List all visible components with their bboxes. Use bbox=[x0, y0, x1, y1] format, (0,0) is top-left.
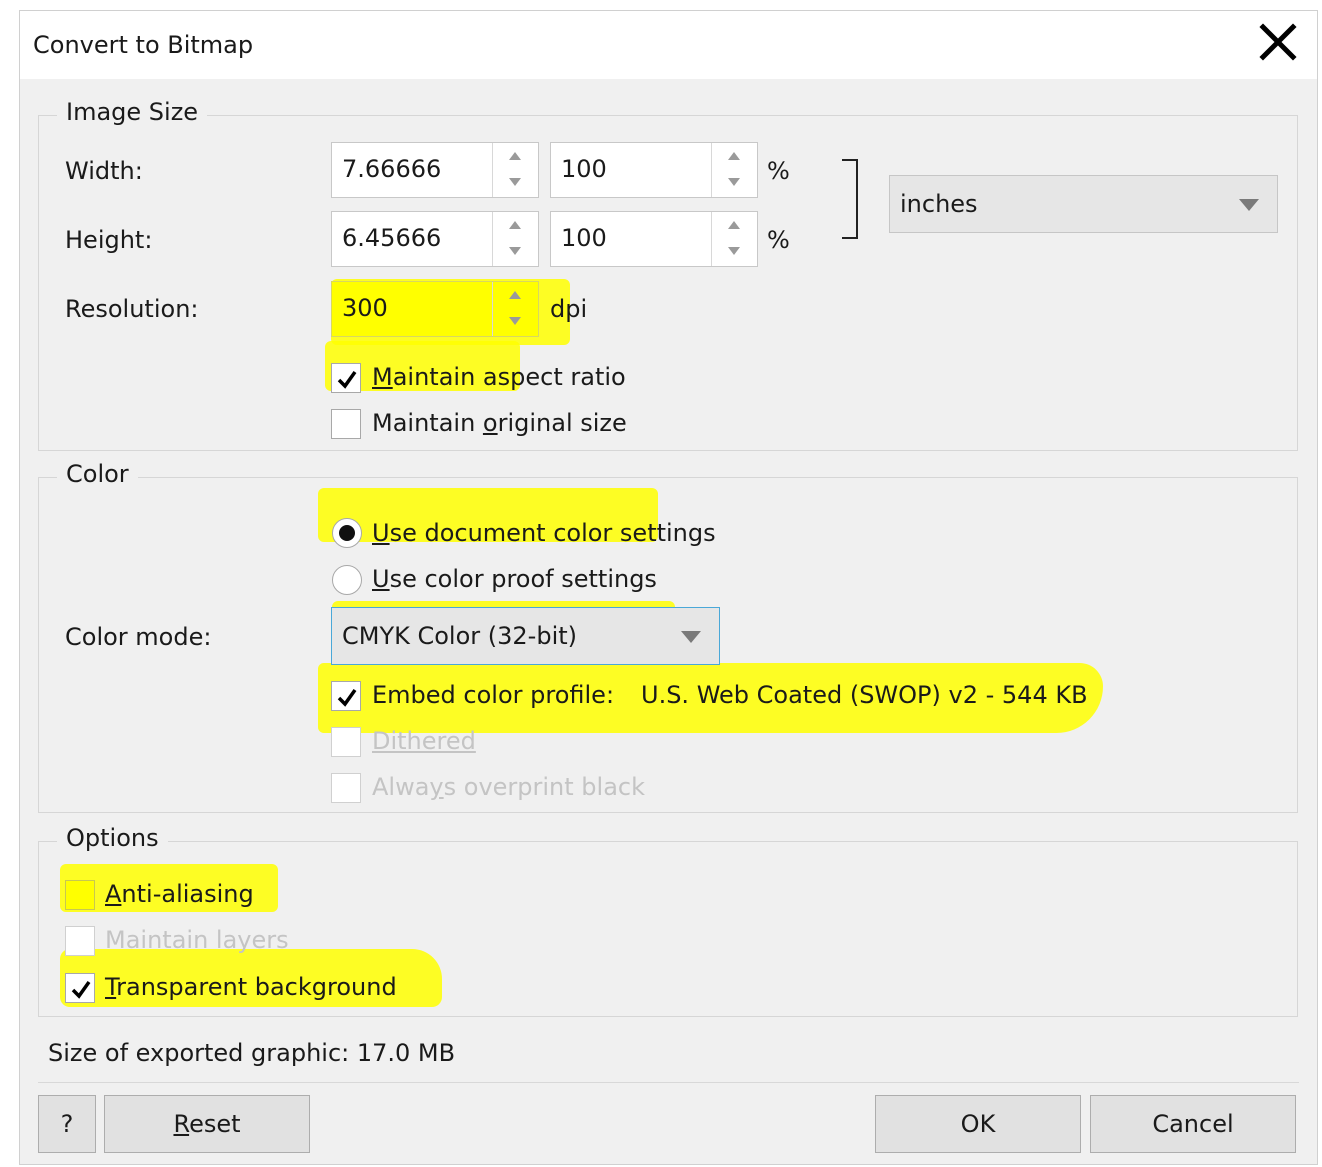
embed-profile-checkbox[interactable] bbox=[331, 681, 361, 711]
height-percent-value: 100 bbox=[561, 224, 607, 252]
close-icon[interactable] bbox=[1257, 21, 1299, 63]
title-bar: Convert to Bitmap bbox=[20, 11, 1317, 79]
spin-down-icon[interactable] bbox=[712, 239, 757, 266]
width-percent-value: 100 bbox=[561, 155, 607, 183]
resolution-label: Resolution: bbox=[65, 295, 199, 323]
spin-down-icon[interactable] bbox=[493, 170, 538, 197]
spin-up-icon[interactable] bbox=[493, 212, 538, 239]
width-percent-input[interactable]: 100 bbox=[550, 142, 758, 198]
maintain-aspect-checkbox[interactable] bbox=[331, 363, 361, 393]
height-percent-input[interactable]: 100 bbox=[550, 211, 758, 267]
spin-down-icon[interactable] bbox=[712, 170, 757, 197]
units-value: inches bbox=[900, 190, 978, 218]
use-color-proof-radio[interactable] bbox=[332, 565, 362, 595]
width-percent-spin-arrows bbox=[711, 143, 757, 197]
use-proof-text: se color proof settings bbox=[389, 565, 657, 593]
transparent-background-checkbox[interactable] bbox=[65, 973, 95, 1003]
spin-up-icon[interactable] bbox=[493, 282, 538, 309]
ok-button[interactable]: OK bbox=[875, 1095, 1081, 1153]
image-size-legend: Image Size bbox=[57, 98, 208, 126]
height-value: 6.45666 bbox=[342, 224, 442, 252]
width-label: Width: bbox=[65, 157, 143, 185]
reset-button[interactable]: Reset bbox=[104, 1095, 310, 1153]
dithered-label: Dithered bbox=[372, 727, 476, 755]
spin-up-icon[interactable] bbox=[712, 212, 757, 239]
width-percent-unit: % bbox=[767, 157, 790, 185]
resolution-unit: dpi bbox=[550, 295, 588, 323]
height-percent-unit: % bbox=[767, 226, 790, 254]
dithered-checkbox bbox=[331, 727, 361, 757]
transparent-background-label[interactable]: Transparent background bbox=[105, 973, 397, 1001]
color-mode-label: Color mode: bbox=[65, 623, 212, 651]
overprint-accel: y bbox=[429, 773, 444, 801]
units-dropdown[interactable]: inches bbox=[889, 175, 1278, 233]
chevron-down-icon bbox=[1239, 199, 1259, 211]
use-document-color-label[interactable]: Use document color settings bbox=[372, 519, 716, 547]
dithered-text: Dithered bbox=[372, 727, 476, 755]
checkmark-icon bbox=[337, 370, 357, 389]
footer-divider bbox=[38, 1082, 1299, 1083]
maintain-original-checkbox[interactable] bbox=[331, 409, 361, 439]
maintain-layers-checkbox bbox=[65, 926, 95, 956]
anti-aliasing-text: nti-aliasing bbox=[121, 880, 254, 908]
overprint-checkbox bbox=[331, 773, 361, 803]
link-bracket bbox=[842, 159, 858, 239]
checkmark-icon bbox=[71, 980, 91, 999]
anti-aliasing-accel: A bbox=[105, 880, 122, 908]
maintain-original-text-b: riginal size bbox=[497, 409, 627, 437]
spin-down-icon[interactable] bbox=[493, 239, 538, 266]
transparent-accel: T bbox=[105, 973, 117, 1001]
maintain-original-text-a: Maintain bbox=[372, 409, 483, 437]
chevron-down-icon bbox=[681, 631, 701, 643]
use-proof-accel: U bbox=[372, 565, 390, 593]
overprint-text-a: Alwa bbox=[372, 773, 430, 801]
spin-down-icon[interactable] bbox=[493, 309, 538, 336]
use-document-color-radio[interactable] bbox=[332, 518, 362, 548]
use-document-text: se document color settings bbox=[389, 519, 716, 547]
height-label: Height: bbox=[65, 226, 153, 254]
overprint-label: Always overprint black bbox=[372, 773, 645, 801]
anti-aliasing-checkbox[interactable] bbox=[65, 880, 95, 910]
embed-profile-label[interactable]: Embed color profile: bbox=[372, 681, 614, 709]
maintain-aspect-accel: M bbox=[372, 363, 393, 391]
dialog-title: Convert to Bitmap bbox=[33, 31, 254, 59]
options-legend: Options bbox=[57, 824, 168, 852]
spin-up-icon[interactable] bbox=[493, 143, 538, 170]
cancel-button[interactable]: Cancel bbox=[1090, 1095, 1296, 1153]
transparent-text: ransparent background bbox=[116, 973, 397, 1001]
checkmark-icon bbox=[337, 688, 357, 707]
color-mode-value: CMYK Color (32-bit) bbox=[342, 622, 578, 650]
color-legend: Color bbox=[57, 460, 138, 488]
reset-accel: R bbox=[173, 1110, 190, 1138]
width-value: 7.66666 bbox=[342, 155, 442, 183]
export-size-text: Size of exported graphic: 17.0 MB bbox=[48, 1039, 456, 1067]
height-percent-spin-arrows bbox=[711, 212, 757, 266]
radio-dot bbox=[339, 525, 355, 541]
anti-aliasing-label[interactable]: Anti-aliasing bbox=[105, 880, 254, 908]
maintain-aspect-label[interactable]: Maintain aspect ratio bbox=[372, 363, 626, 391]
overprint-text-b: s overprint black bbox=[443, 773, 645, 801]
convert-to-bitmap-dialog: Convert to Bitmap Image Size Width: 7.66… bbox=[19, 10, 1318, 1165]
width-input[interactable]: 7.66666 bbox=[331, 142, 539, 198]
maintain-layers-label: Maintain layers bbox=[105, 926, 289, 954]
height-spin-arrows bbox=[492, 212, 538, 266]
resolution-input[interactable]: 300 bbox=[331, 281, 539, 337]
color-mode-dropdown[interactable]: CMYK Color (32-bit) bbox=[331, 607, 720, 665]
use-document-accel: U bbox=[372, 519, 390, 547]
use-color-proof-label[interactable]: Use color proof settings bbox=[372, 565, 657, 593]
width-spin-arrows bbox=[492, 143, 538, 197]
maintain-original-accel: o bbox=[482, 409, 498, 437]
dialog-client-area: Image Size Width: 7.66666 100 % Height: … bbox=[20, 79, 1317, 1164]
help-button[interactable]: ? bbox=[38, 1095, 96, 1153]
height-input[interactable]: 6.45666 bbox=[331, 211, 539, 267]
reset-text: eset bbox=[189, 1110, 241, 1138]
resolution-value: 300 bbox=[342, 294, 388, 322]
spin-up-icon[interactable] bbox=[712, 143, 757, 170]
resolution-spin-arrows bbox=[492, 282, 538, 336]
maintain-aspect-text: aintain aspect ratio bbox=[392, 363, 626, 391]
maintain-original-label[interactable]: Maintain original size bbox=[372, 409, 627, 437]
embed-profile-value: U.S. Web Coated (SWOP) v2 - 544 KB bbox=[641, 681, 1088, 709]
